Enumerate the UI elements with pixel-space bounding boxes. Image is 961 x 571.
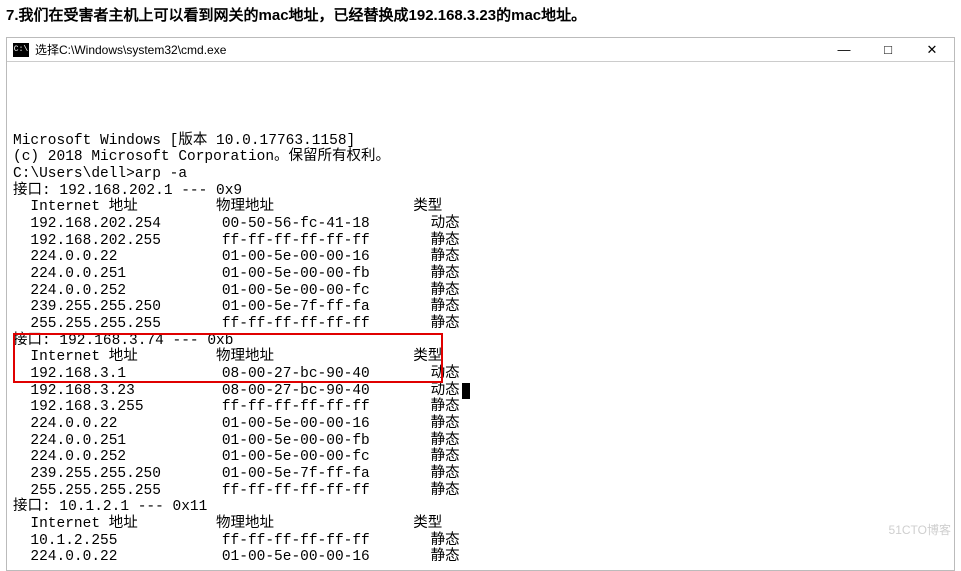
terminal-line: Internet 地址 物理地址 类型	[13, 349, 948, 366]
terminal-line: 224.0.0.251 01-00-5e-00-00-fb 静态	[13, 266, 948, 283]
terminal-line: 239.255.255.250 01-00-5e-7f-ff-fa 静态	[13, 466, 948, 483]
terminal-line: 192.168.202.255 ff-ff-ff-ff-ff-ff 静态	[13, 233, 948, 250]
watermark: 51CTO博客	[889, 521, 951, 538]
terminal-line: 239.255.255.250 01-00-5e-7f-ff-fa 静态	[13, 299, 948, 316]
window-controls: — □ ✕	[822, 38, 954, 62]
cmd-icon: C:\	[13, 43, 29, 57]
terminal-line: 224.0.0.251 01-00-5e-00-00-fb 静态	[13, 433, 948, 450]
terminal-line: Microsoft Windows [版本 10.0.17763.1158]	[13, 133, 948, 150]
close-button[interactable]: ✕	[910, 38, 954, 62]
cmd-window: C:\ 选择C:\Windows\system32\cmd.exe — □ ✕ …	[6, 37, 955, 571]
titlebar-left: C:\ 选择C:\Windows\system32\cmd.exe	[7, 41, 226, 58]
terminal-line: 224.0.0.22 01-00-5e-00-00-16 静态	[13, 416, 948, 433]
terminal-line: 224.0.0.252 01-00-5e-00-00-fc 静态	[13, 283, 948, 300]
terminal-line: 224.0.0.252 01-00-5e-00-00-fc 静态	[13, 449, 948, 466]
terminal-line: 192.168.3.23 08-00-27-bc-90-40 动态	[13, 383, 948, 400]
terminal-body[interactable]: Microsoft Windows [版本 10.0.17763.1158](c…	[7, 62, 954, 570]
terminal-line: C:\Users\dell>arp -a	[13, 166, 948, 183]
terminal-line: 接口: 192.168.202.1 --- 0x9	[13, 183, 948, 200]
terminal-line: 接口: 10.1.2.1 --- 0x11	[13, 499, 948, 516]
terminal-line: 224.0.0.22 01-00-5e-00-00-16 静态	[13, 549, 948, 566]
terminal-line: 255.255.255.255 ff-ff-ff-ff-ff-ff 静态	[13, 483, 948, 500]
terminal-line: 192.168.202.254 00-50-56-fc-41-18 动态	[13, 216, 948, 233]
terminal-line: 192.168.3.1 08-00-27-bc-90-40 动态	[13, 366, 948, 383]
terminal-line: 接口: 192.168.3.74 --- 0xb	[13, 333, 948, 350]
minimize-button[interactable]: —	[822, 38, 866, 62]
maximize-button[interactable]: □	[866, 38, 910, 62]
terminal-line: Internet 地址 物理地址 类型	[13, 199, 948, 216]
terminal-line: 192.168.3.255 ff-ff-ff-ff-ff-ff 静态	[13, 399, 948, 416]
terminal-line: 10.1.2.255 ff-ff-ff-ff-ff-ff 静态	[13, 533, 948, 550]
page-heading: 7.我们在受害者主机上可以看到网关的mac地址，已经替换成192.168.3.2…	[0, 0, 961, 37]
text-cursor	[462, 383, 470, 399]
terminal-line: Internet 地址 物理地址 类型	[13, 516, 948, 533]
titlebar[interactable]: C:\ 选择C:\Windows\system32\cmd.exe — □ ✕	[7, 38, 954, 62]
window-title: 选择C:\Windows\system32\cmd.exe	[35, 41, 226, 58]
terminal-line: 255.255.255.255 ff-ff-ff-ff-ff-ff 静态	[13, 316, 948, 333]
terminal-line: 224.0.0.22 01-00-5e-00-00-16 静态	[13, 249, 948, 266]
terminal-line: (c) 2018 Microsoft Corporation。保留所有权利。	[13, 149, 948, 166]
